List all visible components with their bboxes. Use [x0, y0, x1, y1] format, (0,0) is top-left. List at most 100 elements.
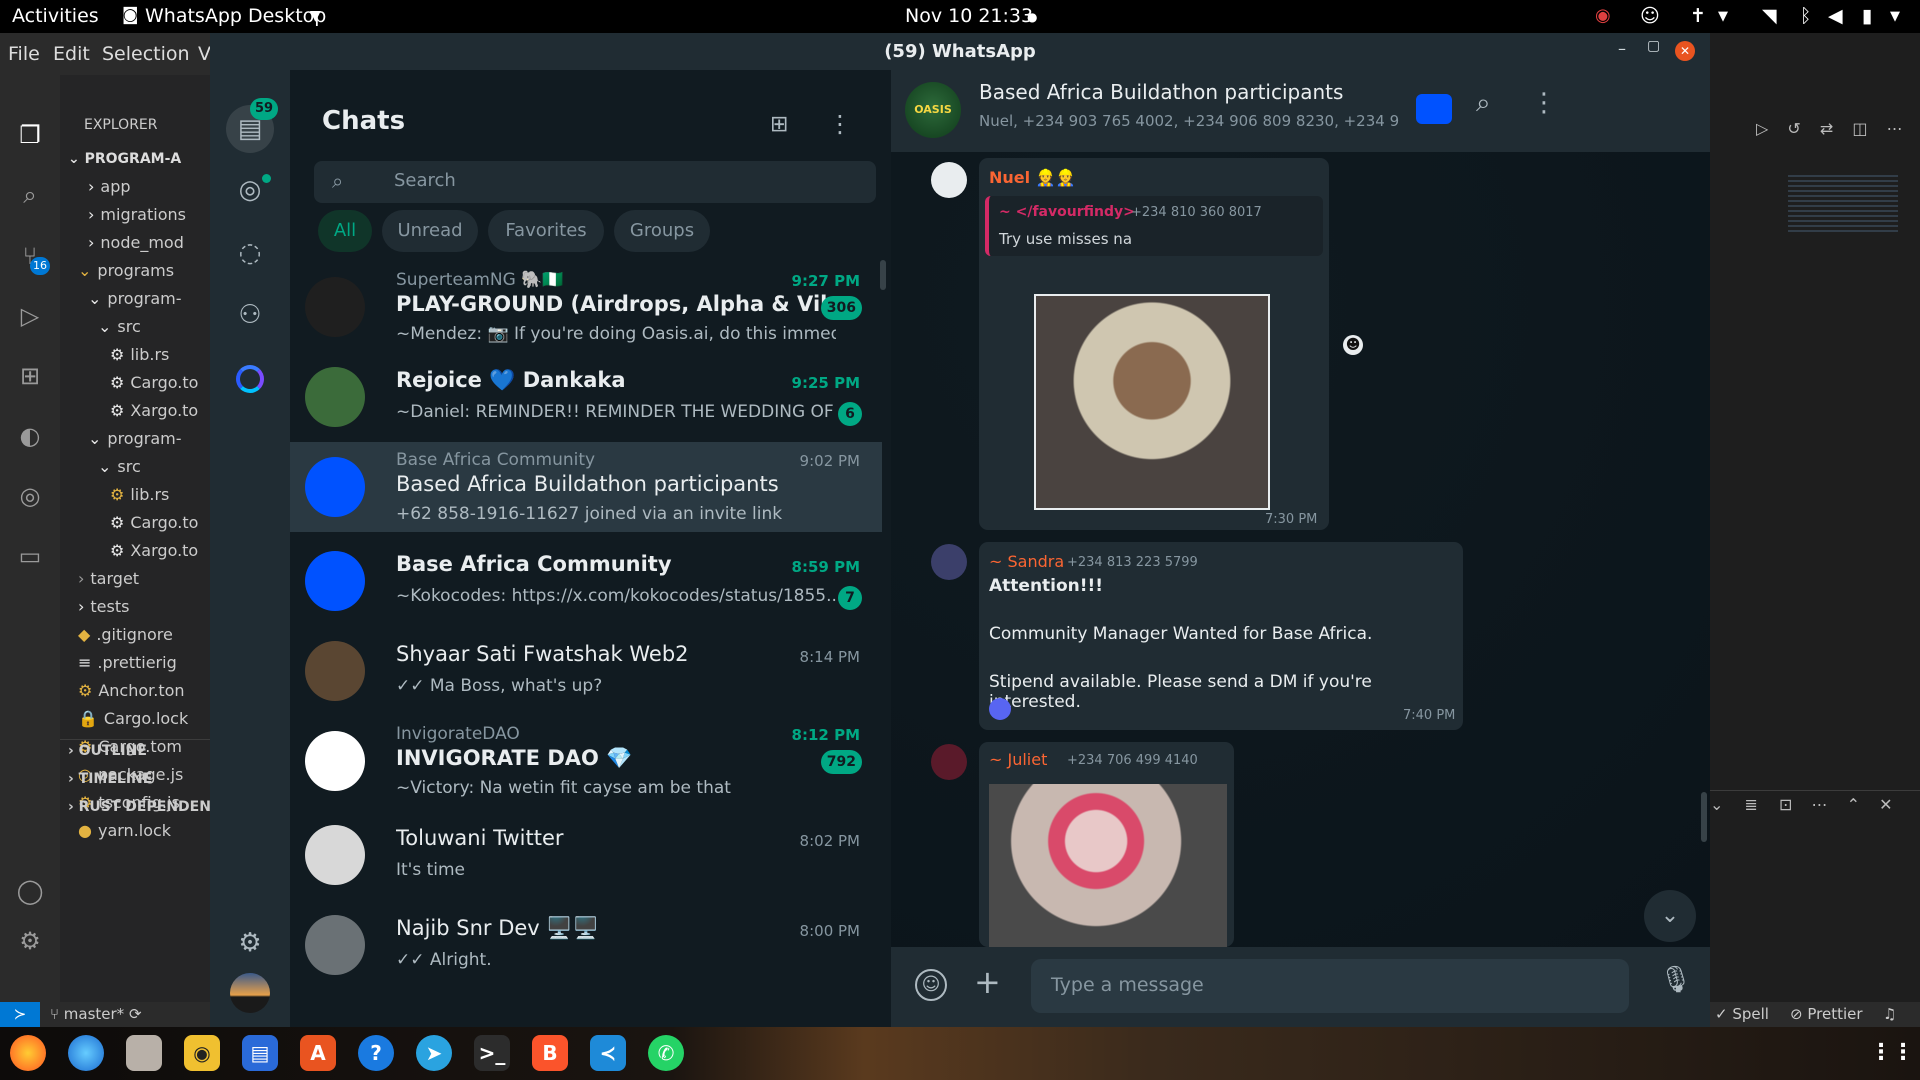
filter-unread[interactable]: Unread	[382, 210, 478, 252]
show-apps-icon[interactable]: ⋮⋮	[1870, 1035, 1914, 1071]
community-icon[interactable]	[1416, 94, 1452, 124]
brave-icon[interactable]: B	[532, 1035, 568, 1071]
spell-indicator[interactable]: ✓ Spell	[1715, 1005, 1769, 1023]
message-image[interactable]	[1034, 294, 1270, 510]
microphone-icon[interactable]: 🎙	[1659, 965, 1692, 995]
chat-avatar[interactable]	[305, 731, 365, 791]
chat-avatar[interactable]	[305, 457, 365, 517]
firefox-icon[interactable]	[10, 1035, 46, 1071]
chat-row[interactable]: Rejoice 💙 Dankaka ~Daniel: REMINDER!! REM…	[290, 352, 882, 442]
list-scrollbar[interactable]	[880, 260, 886, 290]
chrome-icon[interactable]: ◉	[1595, 5, 1611, 26]
emoji-icon[interactable]: ☺	[915, 969, 947, 1001]
split-editor-icon[interactable]: ◫	[1852, 119, 1867, 138]
folder-icon[interactable]: ▭	[14, 540, 46, 572]
chat-row[interactable]: Base Africa Community Based Africa Builda…	[290, 442, 882, 532]
compare-icon[interactable]: ⇄	[1820, 119, 1833, 138]
scroll-down-button[interactable]: ⌄	[1644, 890, 1696, 942]
run-icon[interactable]: ▷	[1756, 119, 1768, 138]
search-input[interactable]: Search	[394, 170, 456, 191]
filter-icon[interactable]: ≣	[1745, 795, 1758, 814]
help-icon[interactable]: ?	[358, 1035, 394, 1071]
message-author[interactable]: Nuel 👷👷	[989, 168, 1076, 187]
filter-groups[interactable]: Groups	[614, 210, 710, 252]
close-button[interactable]: ✕	[1675, 41, 1695, 61]
message-bubble-nuel[interactable]: Nuel 👷👷 ~ </favourfindy> +234 810 360 80…	[979, 158, 1329, 530]
tree-item[interactable]: 🔒 Cargo.lock	[78, 709, 223, 728]
tree-item[interactable]: › tests	[78, 597, 223, 616]
timeline-section[interactable]: › TIMELINE	[68, 771, 152, 787]
communities-icon[interactable]: ⚇	[230, 295, 270, 335]
chat-row[interactable]: Shyaar Sati Fwatshak Web2 ✓✓ Ma Boss, wha…	[290, 626, 882, 716]
project-root[interactable]: ⌄ PROGRAM-A	[68, 151, 181, 167]
chat-avatar[interactable]	[305, 367, 365, 427]
writer-icon[interactable]: ▤	[242, 1035, 278, 1071]
chat-avatar[interactable]	[305, 825, 365, 885]
chat-row[interactable]: Base Africa Community ~Kokocodes: https:/…	[290, 536, 882, 626]
outline-section[interactable]: › OUTLINE	[68, 743, 147, 759]
chat-avatar[interactable]	[305, 277, 365, 337]
minimize-button[interactable]: –	[1618, 39, 1626, 58]
avatar[interactable]	[931, 162, 967, 198]
files-icon[interactable]	[126, 1035, 162, 1071]
tree-item[interactable]: ⚙ Anchor.ton	[78, 681, 223, 700]
prettier-indicator[interactable]: ⊘ Prettier	[1790, 1005, 1863, 1023]
volume-icon[interactable]: ◀	[1828, 5, 1843, 27]
branch-indicator[interactable]: ⑂ master* ⟳	[50, 1005, 142, 1023]
conversation-header[interactable]: OASIS Based Africa Buildathon participan…	[891, 70, 1710, 152]
more-icon[interactable]: ⋯	[1887, 119, 1903, 138]
message-image[interactable]	[989, 784, 1227, 947]
bluetooth-icon[interactable]: ᛒ	[1800, 5, 1811, 27]
remote-indicator-icon[interactable]: ≻	[0, 1002, 40, 1027]
whatsapp-icon[interactable]: ✆	[648, 1035, 684, 1071]
chat-avatar[interactable]	[305, 551, 365, 611]
history-icon[interactable]: ↺	[1787, 119, 1800, 138]
tree-item[interactable]: ◆ .gitignore	[78, 625, 223, 644]
message-author[interactable]: ~ Sandra	[989, 552, 1064, 571]
chat-avatar[interactable]	[305, 915, 365, 975]
filter-favorites[interactable]: Favorites	[488, 210, 604, 252]
minimap[interactable]	[1788, 175, 1898, 235]
search-icon[interactable]: ⌕	[14, 179, 46, 211]
new-chat-icon[interactable]: ⊞	[770, 112, 788, 137]
attach-plus-icon[interactable]: +	[974, 963, 1001, 1001]
tree-item[interactable]: › target	[78, 569, 223, 588]
lock-icon[interactable]: ⊡	[1779, 795, 1792, 814]
tree-item[interactable]: ⌄ programs	[78, 261, 223, 280]
thunderbird-icon[interactable]	[68, 1035, 104, 1071]
battery-icon[interactable]: ▮	[1862, 5, 1872, 27]
channels-icon[interactable]: ◌	[230, 233, 270, 273]
chat-row[interactable]: SuperteamNG 🐘🇳🇬 PLAY-GROUND (Airdrops, Al…	[290, 262, 882, 352]
maximize-button[interactable]: ▢	[1647, 38, 1660, 54]
explorer-icon[interactable]: ❐	[14, 119, 46, 151]
telegram-icon[interactable]: ➤	[416, 1035, 452, 1071]
search-bar[interactable]: ⌕ Search	[314, 161, 876, 203]
terminal-icon[interactable]: >_	[474, 1035, 510, 1071]
vscode-icon[interactable]: ≺	[590, 1035, 626, 1071]
wifi-icon[interactable]: ◥	[1762, 5, 1777, 27]
tree-item[interactable]: ● yarn.lock	[78, 821, 223, 840]
menu-edit[interactable]: Edit	[53, 43, 90, 65]
message-author[interactable]: ~ Juliet	[989, 750, 1047, 769]
settings-gear-icon[interactable]: ⚙	[14, 925, 46, 957]
discord-icon[interactable]: ☺	[1640, 5, 1660, 27]
menu-kebab-icon[interactable]: ⋮	[828, 110, 852, 138]
chat-row[interactable]: InvigorateDAO INVIGORATE DAO 💎 ~Victory: N…	[290, 716, 882, 806]
app-center-icon[interactable]: A	[300, 1035, 336, 1071]
more-icon[interactable]: ⋯	[1812, 795, 1828, 814]
menu-kebab-icon[interactable]: ⋮	[1531, 88, 1557, 118]
remote-explorer-icon[interactable]: ◎	[14, 480, 46, 512]
activities-button[interactable]: Activities	[12, 5, 99, 27]
account-icon[interactable]: ◯	[14, 875, 46, 907]
rust-deps-section[interactable]: › RUST DEPENDENCI	[68, 799, 226, 815]
meta-ai-icon[interactable]	[236, 365, 264, 393]
rhythmbox-icon[interactable]: ◉	[184, 1035, 220, 1071]
profile-avatar[interactable]	[230, 973, 270, 1013]
message-input[interactable]: Type a message	[1031, 959, 1629, 1013]
chat-avatar[interactable]	[305, 641, 365, 701]
menu-selection[interactable]: Selection	[102, 43, 190, 65]
run-debug-icon[interactable]: ▷	[14, 300, 46, 332]
app-menu-button[interactable]: WhatsApp Desktop	[145, 5, 326, 27]
chevron-up-icon[interactable]: ⌃	[1847, 795, 1860, 814]
filter-all[interactable]: All	[318, 210, 372, 252]
